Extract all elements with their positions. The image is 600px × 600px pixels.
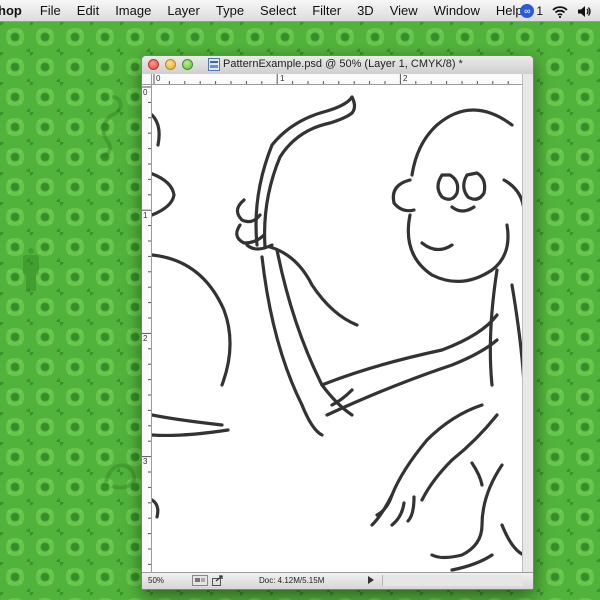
horizontal-ruler-ticks — [153, 74, 524, 84]
wifi-icon[interactable] — [552, 5, 568, 18]
ruler-left-label-3: 3 — [143, 457, 148, 466]
psd-document-icon — [208, 58, 220, 71]
menu-bar: hop File Edit Image Layer Type Select Fi… — [0, 0, 600, 22]
document-canvas[interactable] — [152, 85, 524, 573]
horizontal-ruler[interactable]: 0 1 2 — [152, 74, 524, 85]
menu-type[interactable]: Type — [208, 3, 252, 18]
horizontal-scrollbar[interactable] — [382, 575, 523, 586]
ruler-left-label-2: 2 — [143, 334, 148, 343]
creative-cloud-status[interactable]: ∞ 1 — [520, 4, 543, 18]
minimize-button[interactable] — [165, 59, 176, 70]
status-menu-arrow-icon[interactable] — [368, 576, 374, 584]
menu-layer[interactable]: Layer — [159, 3, 208, 18]
ruler-left-label-0: 0 — [143, 88, 148, 97]
desktop-doodle-creature-icon — [104, 463, 137, 490]
ruler-left-label-1: 1 — [143, 211, 148, 220]
desktop-doodle-monkey-icon — [99, 95, 123, 159]
menu-window[interactable]: Window — [426, 3, 488, 18]
menu-file[interactable]: File — [32, 3, 69, 18]
ruler-top-label-0: 0 — [156, 74, 161, 83]
creative-cloud-count: 1 — [536, 4, 543, 18]
menu-app-name[interactable]: hop — [0, 3, 32, 18]
ruler-origin[interactable] — [142, 74, 152, 85]
volume-icon[interactable] — [577, 5, 592, 18]
close-button[interactable] — [148, 59, 159, 70]
zoom-level-field[interactable]: 50% — [148, 575, 184, 586]
zoom-button[interactable] — [182, 59, 193, 70]
document-window: PatternExample.psd @ 50% (Layer 1, CMYK/… — [141, 55, 534, 590]
window-titlebar[interactable]: PatternExample.psd @ 50% (Layer 1, CMYK/… — [142, 56, 533, 75]
preview-icon[interactable] — [192, 575, 208, 586]
menu-view[interactable]: View — [382, 3, 426, 18]
menu-edit[interactable]: Edit — [69, 3, 107, 18]
ruler-top-label-2: 2 — [403, 74, 408, 83]
creative-cloud-icon: ∞ — [520, 4, 535, 18]
vertical-scrollbar[interactable] — [522, 74, 533, 573]
menu-3d[interactable]: 3D — [349, 3, 382, 18]
window-title: PatternExample.psd @ 50% (Layer 1, CMYK/… — [223, 58, 463, 70]
vertical-ruler-ticks — [142, 86, 151, 565]
status-bar: 50% Doc: 4.12M/5.15M — [142, 572, 533, 589]
desktop-doodle-robot-icon — [23, 248, 39, 291]
ruler-top-label-1: 1 — [280, 74, 285, 83]
menu-filter[interactable]: Filter — [304, 3, 349, 18]
share-icon[interactable] — [212, 575, 224, 586]
monkey-line-art — [152, 95, 524, 572]
menu-image[interactable]: Image — [107, 3, 159, 18]
vertical-ruler[interactable]: 0 1 2 3 — [142, 85, 152, 573]
menu-extras: ∞ 1 — [520, 0, 600, 22]
document-size-info: Doc: 4.12M/5.15M — [259, 576, 325, 585]
menu-select[interactable]: Select — [252, 3, 304, 18]
